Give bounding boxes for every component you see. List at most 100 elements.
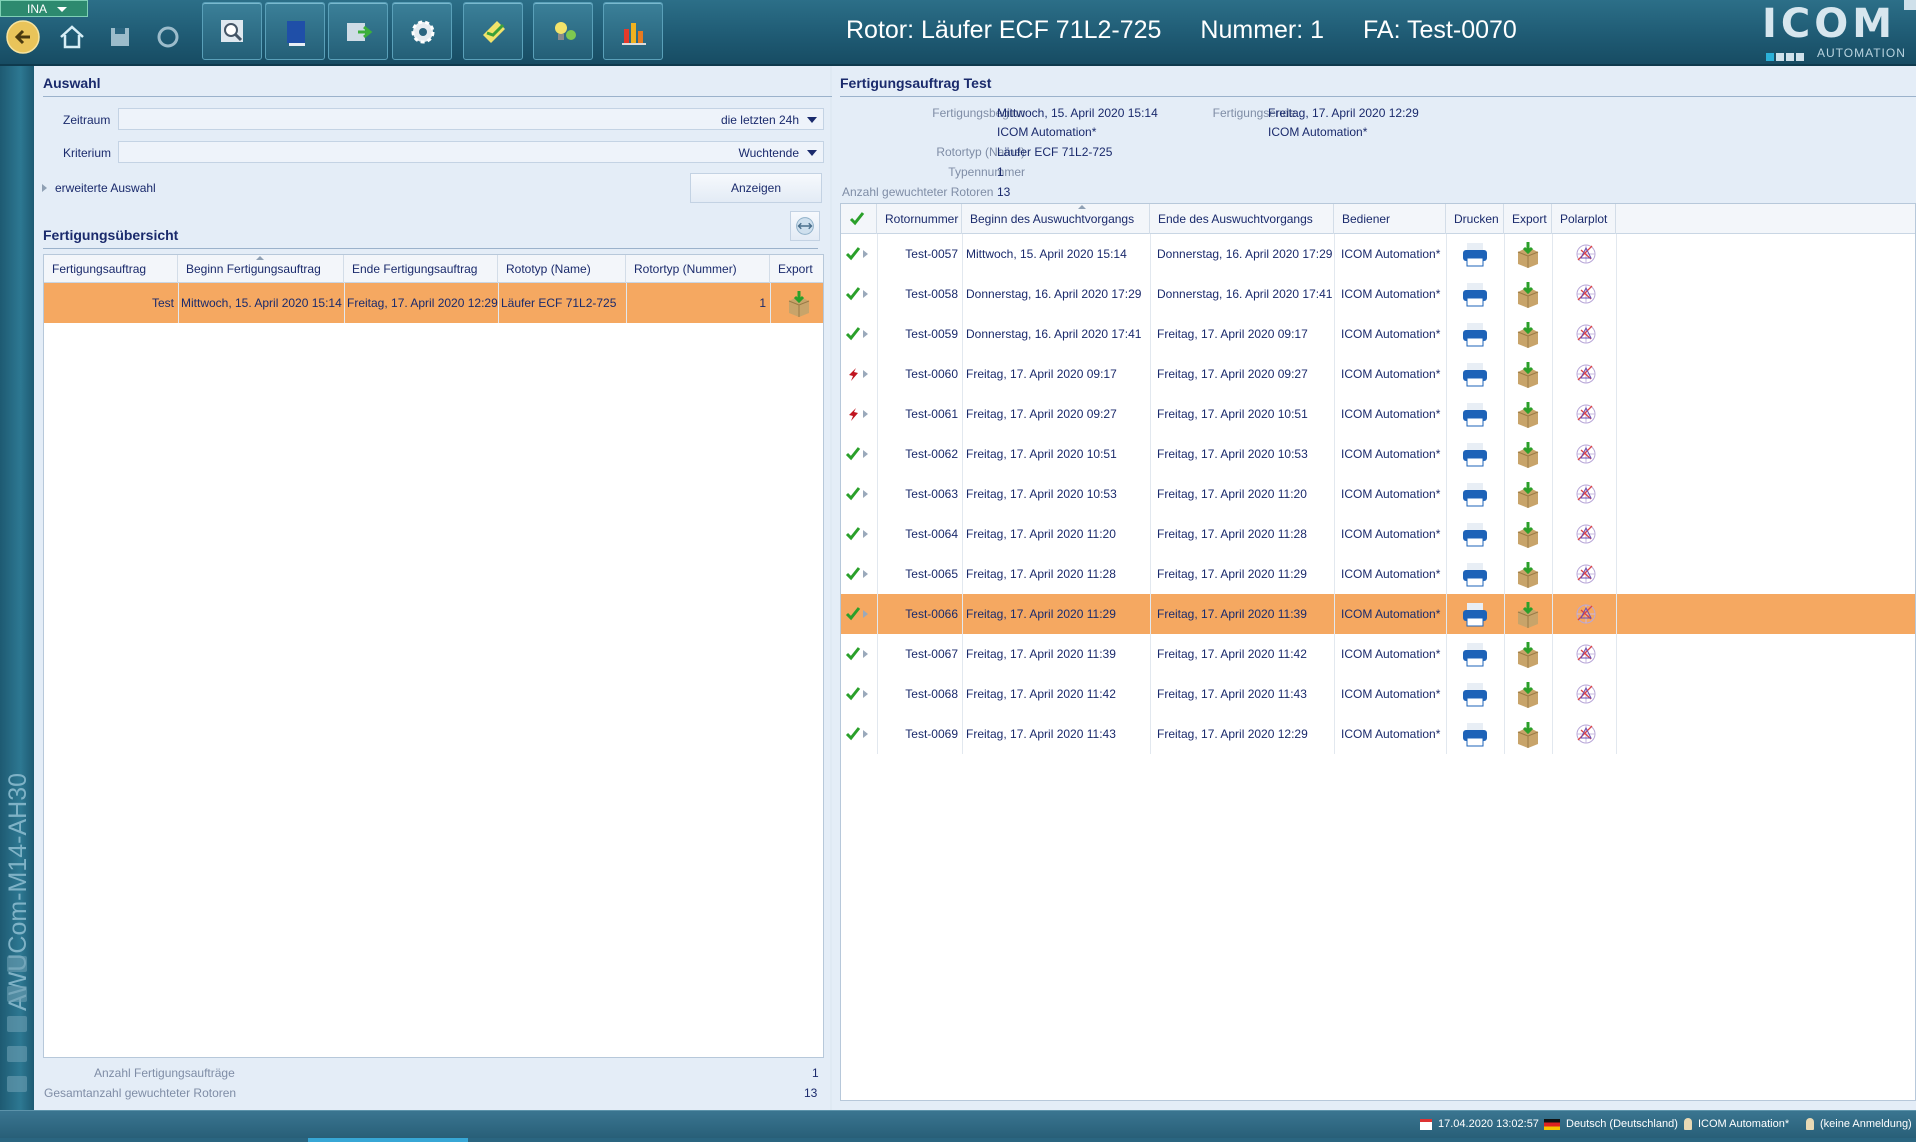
table-row[interactable]: Test-0057 Mittwoch, 15. April 2020 15:14 D… [841, 234, 1617, 274]
expand-icon[interactable] [863, 570, 868, 578]
expand-icon[interactable] [863, 410, 868, 418]
table-row[interactable]: Test-0066 Freitag, 17. April 2020 11:29 Fr… [841, 594, 1915, 634]
back-button[interactable] [6, 20, 40, 54]
column-header[interactable]: Rototyp (Name) [498, 255, 626, 283]
box-icon[interactable] [785, 289, 813, 317]
select-all-header[interactable] [841, 204, 877, 234]
box-icon[interactable] [1514, 360, 1542, 388]
zeitraum-select[interactable]: die letzten 24h [118, 108, 824, 130]
column-header[interactable]: Bediener [1334, 204, 1446, 234]
print-icon[interactable] [1461, 560, 1489, 588]
box-icon[interactable] [1514, 640, 1542, 668]
expand-icon[interactable] [863, 530, 868, 538]
print-icon[interactable] [1461, 520, 1489, 548]
box-icon[interactable] [1514, 560, 1542, 588]
box-icon[interactable] [1514, 720, 1542, 748]
export-tool-button[interactable] [328, 2, 388, 60]
table-row[interactable]: Test-0058 Donnerstag, 16. April 2020 17:2… [841, 274, 1617, 314]
box-icon[interactable] [1514, 440, 1542, 468]
print-icon[interactable] [1461, 720, 1489, 748]
polarplot-icon[interactable] [1572, 320, 1600, 348]
print-icon[interactable] [1461, 680, 1489, 708]
table-row[interactable]: Test-0064 Freitag, 17. April 2020 11:20 Fr… [841, 514, 1617, 554]
polarplot-icon[interactable] [1572, 360, 1600, 388]
polarplot-icon[interactable] [1572, 640, 1600, 668]
polarplot-icon[interactable] [1572, 600, 1600, 628]
table-row[interactable]: Test-0059 Donnerstag, 16. April 2020 17:4… [841, 314, 1617, 354]
idea-tool-button[interactable] [533, 2, 593, 60]
polarplot-icon[interactable] [1572, 720, 1600, 748]
print-icon[interactable] [1461, 240, 1489, 268]
expand-icon[interactable] [863, 250, 868, 258]
print-icon[interactable] [1461, 640, 1489, 668]
box-icon[interactable] [1514, 680, 1542, 708]
box-icon[interactable] [1514, 600, 1542, 628]
print-icon[interactable] [1461, 440, 1489, 468]
erweiterte-auswahl-toggle[interactable]: erweiterte Auswahl [55, 181, 156, 195]
column-header[interactable]: Ende des Auswuchtvorgangs [1150, 204, 1334, 234]
expand-icon[interactable] [863, 490, 868, 498]
column-header[interactable]: Ende Fertigungsauftrag [344, 255, 498, 283]
notes-tool-button[interactable] [463, 2, 523, 60]
statistics-tool-button[interactable] [603, 2, 663, 60]
column-header[interactable]: Fertigungsauftrag [44, 255, 178, 283]
polarplot-icon[interactable] [1572, 560, 1600, 588]
window-control-button[interactable] [1904, 0, 1916, 10]
column-header[interactable]: Export [1504, 204, 1552, 234]
save-button[interactable] [103, 20, 137, 54]
print-icon[interactable] [1461, 360, 1489, 388]
expand-icon[interactable] [863, 690, 868, 698]
print-icon[interactable] [1461, 480, 1489, 508]
column-header[interactable]: Beginn des Auswuchtvorgangs [962, 204, 1150, 234]
expand-icon[interactable] [863, 330, 868, 338]
status-language[interactable]: Deutsch (Deutschland) [1544, 1118, 1678, 1130]
polarplot-icon[interactable] [1572, 240, 1600, 268]
box-icon[interactable] [1514, 240, 1542, 268]
status-login[interactable]: (keine Anmeldung) [1806, 1118, 1912, 1131]
box-icon[interactable] [1514, 480, 1542, 508]
table-row[interactable]: Test-0062 Freitag, 17. April 2020 10:51 Fr… [841, 434, 1617, 474]
home-button[interactable] [55, 20, 89, 54]
table-row[interactable]: Test-0065 Freitag, 17. April 2020 11:28 Fr… [841, 554, 1617, 594]
table-row[interactable]: Test-0069 Freitag, 17. April 2020 11:43 Fr… [841, 714, 1617, 754]
polarplot-icon[interactable] [1572, 400, 1600, 428]
fit-columns-button[interactable] [790, 211, 820, 241]
polarplot-icon[interactable] [1572, 680, 1600, 708]
polarplot-icon[interactable] [1572, 480, 1600, 508]
print-icon[interactable] [1461, 280, 1489, 308]
table-row[interactable]: Test-0060 Freitag, 17. April 2020 09:17 Fr… [841, 354, 1617, 394]
anzeigen-button[interactable]: Anzeigen [690, 173, 822, 203]
expand-icon[interactable] [863, 290, 868, 298]
column-header[interactable]: Rotortyp (Nummer) [626, 255, 770, 283]
expand-icon[interactable] [863, 370, 868, 378]
table-row[interactable]: Test Mittwoch, 15. April 2020 15:14 Frei… [44, 283, 823, 323]
expand-icon[interactable] [863, 610, 868, 618]
box-icon[interactable] [1514, 400, 1542, 428]
sync-button[interactable] [151, 20, 185, 54]
polarplot-icon[interactable] [1572, 520, 1600, 548]
column-header[interactable]: Export [770, 255, 823, 283]
table-row[interactable]: Test-0061 Freitag, 17. April 2020 09:27 Fr… [841, 394, 1617, 434]
box-icon[interactable] [1514, 320, 1542, 348]
manual-tool-button[interactable] [265, 2, 325, 60]
box-icon[interactable] [1514, 280, 1542, 308]
table-row[interactable]: Test-0063 Freitag, 17. April 2020 10:53 Fr… [841, 474, 1617, 514]
expand-icon[interactable] [42, 184, 47, 192]
column-header[interactable]: Drucken [1446, 204, 1504, 234]
column-header[interactable]: Rotornummer [877, 204, 962, 234]
expand-icon[interactable] [863, 650, 868, 658]
print-icon[interactable] [1461, 400, 1489, 428]
polarplot-icon[interactable] [1572, 280, 1600, 308]
expand-icon[interactable] [863, 730, 868, 738]
print-icon[interactable] [1461, 320, 1489, 348]
kriterium-select[interactable]: Wuchtende [118, 141, 824, 163]
table-row[interactable]: Test-0067 Freitag, 17. April 2020 11:39 Fr… [841, 634, 1617, 674]
search-tool-button[interactable] [202, 2, 262, 60]
settings-tool-button[interactable] [392, 2, 452, 60]
profile-dropdown[interactable]: INA [0, 0, 88, 17]
expand-icon[interactable] [863, 450, 868, 458]
print-icon[interactable] [1461, 600, 1489, 628]
table-row[interactable]: Test-0068 Freitag, 17. April 2020 11:42 Fr… [841, 674, 1617, 714]
column-header[interactable]: Polarplot [1552, 204, 1616, 234]
box-icon[interactable] [1514, 520, 1542, 548]
